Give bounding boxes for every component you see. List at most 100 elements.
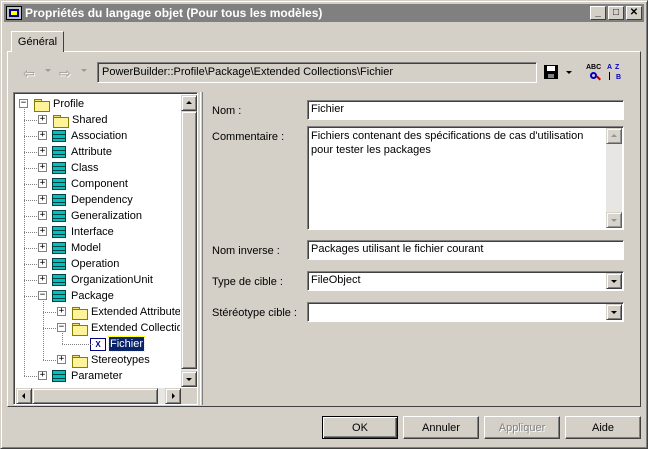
back-dropdown-icon[interactable] [45, 69, 51, 72]
annuler-button[interactable]: Annuler [403, 416, 479, 439]
tree-item-label: Operation [71, 258, 120, 270]
expand-icon[interactable]: + [57, 355, 66, 364]
tree-item-profile[interactable]: Profile [33, 96, 85, 112]
properties-dialog: Propriétés du langage objet (Pour tous l… [0, 0, 648, 449]
collapse-icon[interactable]: − [38, 291, 47, 300]
pane-splitter[interactable] [200, 92, 203, 405]
metamodel-tree[interactable]: Profile − Shared + Association + Attribute + Cla… [13, 92, 198, 405]
tree-item-class[interactable]: Class [52, 160, 100, 176]
commentaire-scroll-up[interactable] [606, 128, 622, 144]
commentaire-scrollbar[interactable] [606, 128, 622, 228]
forward-dropdown-icon[interactable] [81, 69, 87, 72]
tree-connector [43, 301, 44, 360]
tree-item-interface[interactable]: Interface [52, 224, 115, 240]
expand-icon[interactable]: + [38, 131, 47, 140]
window-title: Propriétés du langage objet (Pour tous l… [25, 6, 323, 20]
stereotype-cible-label: Stéréotype cible : [212, 307, 297, 319]
scroll-right-button[interactable] [165, 388, 181, 404]
save-icon[interactable] [544, 65, 558, 79]
collapse-icon[interactable]: − [19, 99, 28, 108]
tree-vertical-scrollbar[interactable] [181, 95, 197, 387]
metaclass-icon [52, 130, 66, 142]
expand-icon[interactable]: + [38, 275, 47, 284]
stereotype-cible-select[interactable] [307, 302, 624, 322]
scroll-left-button[interactable] [16, 388, 32, 404]
close-button[interactable]: ✕ [626, 6, 642, 20]
tree-item-label: Attribute [71, 146, 112, 158]
tree-item-association[interactable]: Association [52, 128, 128, 144]
sort-icon[interactable]: A Z B [606, 62, 624, 82]
tree-item-extended-attributes[interactable]: Extended Attributes [71, 304, 180, 320]
maximize-button[interactable]: □ [608, 6, 624, 20]
appliquer-button[interactable]: Appliquer [484, 416, 560, 439]
ok-button[interactable]: OK [322, 416, 398, 439]
commentaire-textarea[interactable]: Fichiers contenant des spécifications de… [307, 126, 624, 230]
tree-item-model[interactable]: Model [52, 240, 102, 256]
tree-item-label: Fichier [107, 336, 146, 352]
tree-connector [62, 333, 63, 344]
hscroll-thumb[interactable] [32, 388, 158, 404]
metaclass-icon [52, 242, 66, 254]
tree-item-package[interactable]: Package [52, 288, 115, 304]
nom-inverse-value: Packages utilisant le fichier courant [311, 243, 484, 255]
expand-icon[interactable]: + [38, 243, 47, 252]
tree-item-generalization[interactable]: Generalization [52, 208, 143, 224]
stereotype-cible-dropdown-icon[interactable] [606, 304, 622, 320]
tree-item-label: Package [71, 290, 114, 302]
tree-item-shared[interactable]: Shared [52, 112, 108, 128]
type-cible-select[interactable]: FileObject [307, 271, 624, 291]
expand-icon[interactable]: + [57, 307, 66, 316]
spell-check-icon[interactable]: ABC [584, 62, 602, 82]
title-bar[interactable]: Propriétés du langage objet (Pour tous l… [4, 4, 644, 22]
metaclass-icon [52, 258, 66, 270]
folder-icon [71, 322, 88, 336]
tree-item-label: Generalization [71, 210, 142, 222]
expand-icon[interactable]: + [38, 227, 47, 236]
commentaire-scroll-down[interactable] [606, 212, 622, 228]
save-dropdown-icon[interactable] [566, 71, 572, 74]
tree-item-stereotypes[interactable]: Stereotypes [71, 352, 151, 368]
nom-inverse-input[interactable]: Packages utilisant le fichier courant [307, 240, 624, 260]
tree-item-label: Shared [72, 114, 108, 126]
tree-item-attribute[interactable]: Attribute [52, 144, 113, 160]
tree-item-organizationunit[interactable]: OrganizationUnit [52, 272, 154, 288]
path-field: PowerBuilder::Profile\Package\Extended C… [97, 62, 537, 83]
collapse-icon[interactable]: − [57, 323, 66, 332]
tree-item-operation[interactable]: Operation [52, 256, 120, 272]
expand-icon[interactable]: + [38, 211, 47, 220]
expand-icon[interactable]: + [38, 179, 47, 188]
aide-button[interactable]: Aide [565, 416, 641, 439]
tree-item-component[interactable]: Component [52, 176, 129, 192]
expand-icon[interactable]: + [38, 195, 47, 204]
scroll-up-button[interactable] [181, 95, 197, 111]
tree-connector [62, 344, 93, 345]
nom-input[interactable]: Fichier [307, 100, 624, 120]
expand-icon[interactable]: + [38, 371, 47, 380]
folder-icon [71, 354, 88, 368]
app-icon[interactable] [6, 6, 22, 20]
minimize-button[interactable]: _ [590, 6, 606, 20]
tree-item-fichier[interactable]: X Fichier [90, 336, 146, 352]
type-cible-dropdown-icon[interactable] [606, 273, 622, 289]
tree-item-extended-collections[interactable]: Extended Collections [71, 320, 180, 336]
tab-general[interactable]: Général [11, 31, 64, 52]
expand-icon[interactable]: + [38, 163, 47, 172]
forward-arrow-icon[interactable]: ⇨ [59, 65, 71, 81]
expand-icon[interactable]: + [38, 259, 47, 268]
type-cible-value: FileObject [311, 274, 361, 286]
nom-value: Fichier [311, 103, 345, 115]
sort-icon-text-z: Z [615, 64, 620, 71]
tree-item-label: Class [71, 162, 99, 174]
tree-item-dependency[interactable]: Dependency [52, 192, 134, 208]
scroll-down-button[interactable] [181, 371, 197, 387]
tree-horizontal-scrollbar[interactable] [16, 388, 181, 404]
back-arrow-icon[interactable]: ⇦ [23, 65, 35, 81]
sort-icon-text-a: A [607, 64, 613, 71]
expand-icon[interactable]: + [38, 147, 47, 156]
metaclass-icon [52, 210, 66, 222]
tree-item-parameter[interactable]: Parameter [52, 368, 123, 384]
metaclass-icon [52, 194, 66, 206]
scroll-thumb[interactable] [181, 111, 197, 369]
commentaire-label: Commentaire : [212, 131, 285, 143]
expand-icon[interactable]: + [38, 115, 47, 124]
